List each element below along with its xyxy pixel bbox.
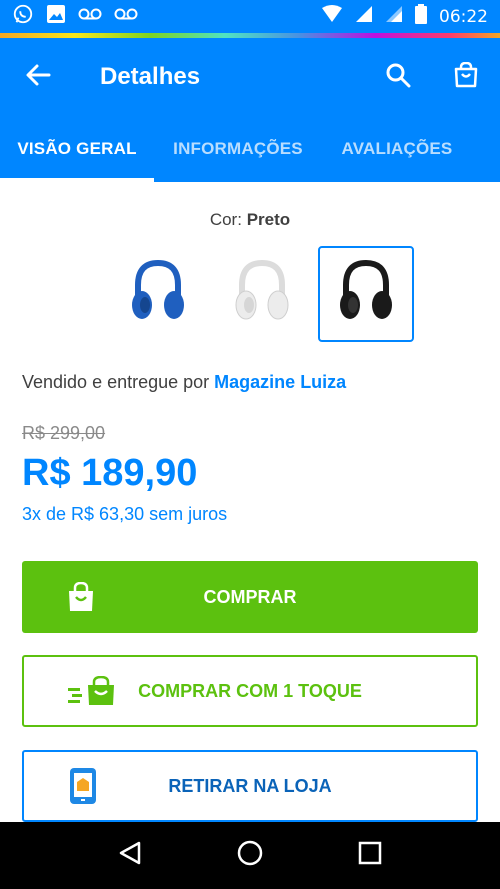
current-price: R$ 189,90 [22,452,198,494]
battery-icon [415,4,427,29]
search-button[interactable] [364,38,432,116]
app-bar: Detalhes [0,38,500,116]
page-title: Detalhes [100,63,201,90]
headphones-blue-icon [130,257,186,332]
voicemail-icon [114,7,138,26]
color-label-value: Preto [246,210,291,229]
back-button[interactable] [0,38,76,116]
image-icon [46,4,66,29]
circle-home-icon [236,839,264,872]
shopping-bag-icon [453,61,479,93]
store-pickup-button[interactable]: RETIRAR NA LOJA [22,750,478,822]
tab-overview[interactable]: VISÃO GERAL [0,116,154,182]
wifi-icon [321,5,343,28]
store-pickup-icon [68,768,98,804]
triangle-back-icon [117,840,143,871]
color-option-white[interactable] [214,246,310,342]
arrow-left-icon [25,62,51,93]
status-bar: 06:22 [0,0,500,33]
color-option-black[interactable] [318,246,414,342]
square-recents-icon [358,841,382,870]
cart-button[interactable] [432,38,500,116]
nav-home-button[interactable] [220,826,280,886]
quick-buy-button[interactable]: COMPRAR COM 1 TOQUE [22,655,478,727]
signal-icon [355,5,373,28]
search-icon [385,62,411,93]
nav-back-button[interactable] [100,826,160,886]
voicemail-icon [78,7,102,26]
seller-link[interactable]: Magazine Luiza [214,372,346,392]
tab-reviews[interactable]: AVALIAÇÕES [322,116,472,182]
shopping-bag-icon [66,582,96,612]
headphones-black-icon [338,257,394,332]
color-option-blue[interactable] [110,246,206,342]
clock: 06:22 [439,6,488,27]
seller-prefix: Vendido e entregue por [22,372,210,392]
old-price: R$ 299,00 [22,423,106,443]
seller-info: Vendido e entregue por Magazine Luiza [22,372,346,393]
tab-bar: VISÃO GERAL INFORMAÇÕES AVALIAÇÕES [0,116,500,182]
tab-information[interactable]: INFORMAÇÕES [154,116,322,182]
status-system: 06:22 [321,4,488,29]
color-options [110,246,414,342]
nav-recents-button[interactable] [340,826,400,886]
color-label: Cor: Preto [0,210,500,230]
system-nav-bar [0,822,500,889]
buy-button[interactable]: COMPRAR [22,561,478,633]
color-label-prefix: Cor: [209,210,242,229]
signal-icon [385,5,403,28]
whatsapp-icon [12,3,34,30]
installments: 3x de R$ 63,30 sem juros [22,504,228,524]
status-notifications [12,3,138,30]
headphones-white-icon [234,257,290,332]
fast-bag-icon [68,676,118,706]
